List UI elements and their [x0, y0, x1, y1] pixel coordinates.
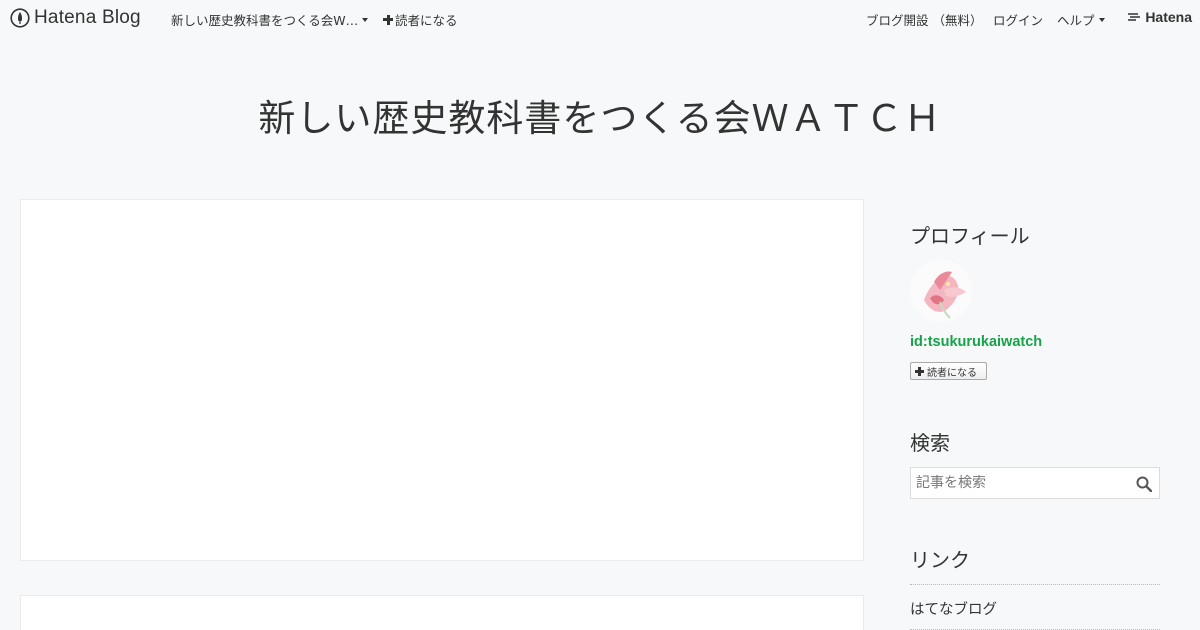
login-label: ログイン — [993, 13, 1044, 28]
search-heading: 検索 — [910, 431, 950, 455]
plus-icon — [915, 366, 924, 376]
hatena-logo[interactable]: Hatena — [1127, 9, 1192, 25]
login-link[interactable]: ログイン — [993, 10, 1043, 29]
hatena-logo-icon — [1128, 13, 1141, 21]
create-blog-label: ブログ開設 （無料） — [866, 13, 983, 28]
search-input[interactable] — [911, 468, 1126, 498]
blog-menu-label: 新しい歴史教科書をつくる会W… — [171, 13, 359, 28]
avatar-image — [910, 260, 972, 322]
search-form — [910, 467, 1160, 499]
hatena-blog-logo[interactable]: Hatena Blog — [10, 7, 141, 29]
create-blog-link[interactable]: ブログ開設 （無料） — [866, 10, 982, 29]
avatar[interactable] — [910, 260, 972, 322]
blog-menu-dropdown[interactable]: 新しい歴史教科書をつくる会W… — [171, 10, 369, 29]
hatena-blog-wordmark: Hatena Blog — [34, 7, 141, 28]
blog-title[interactable]: 新しい歴史教科書をつくる会ＷＡＴＣＨ — [0, 88, 1200, 142]
plus-icon — [383, 14, 393, 25]
subscribe-button-label: 読者になる — [927, 367, 977, 379]
search-icon[interactable] — [1136, 476, 1152, 492]
chevron-down-icon — [1098, 17, 1105, 22]
help-dropdown[interactable]: ヘルプ — [1057, 10, 1105, 29]
divider — [910, 584, 1160, 585]
subscribe-link-label: 読者になる — [395, 13, 458, 28]
hatena-blog-logo-icon — [10, 8, 30, 28]
sidebar: プロフィール id:tsukurukaiwatch 読者になる 検索 リンク は… — [892, 199, 1178, 630]
chevron-down-icon — [362, 17, 369, 22]
subscribe-link[interactable]: 読者になる — [383, 10, 458, 29]
subscribe-button[interactable]: 読者になる — [910, 362, 987, 380]
help-label: ヘルプ — [1057, 13, 1095, 28]
entry-card — [20, 199, 864, 561]
profile-id-link[interactable]: id:tsukurukaiwatch — [910, 334, 1042, 350]
hatena-wordmark: Hatena — [1145, 9, 1192, 25]
entry-card — [20, 595, 864, 630]
profile-heading: プロフィール — [910, 224, 1030, 248]
links-heading: リンク — [910, 548, 970, 572]
link-item-hatena-blog[interactable]: はてなブログ — [910, 598, 997, 619]
global-header: Hatena Blog 新しい歴史教科書をつくる会W… 読者になる ブログ開設 … — [0, 0, 1200, 36]
